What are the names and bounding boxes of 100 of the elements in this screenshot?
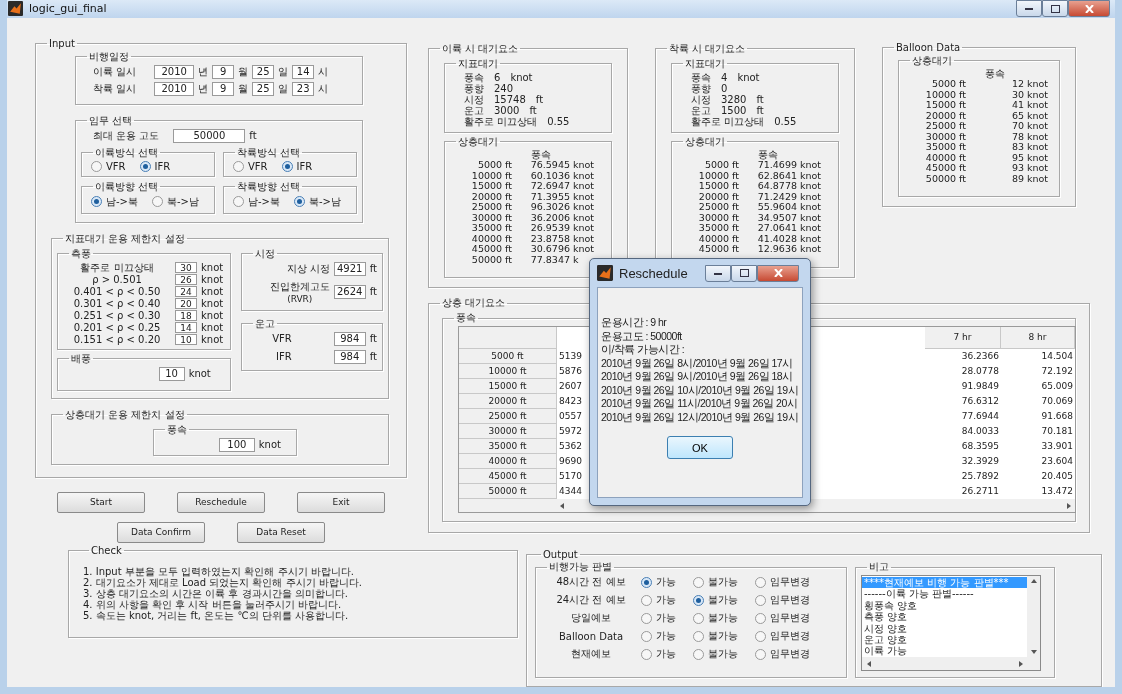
minimize-button[interactable]: [1016, 0, 1042, 18]
scroll-right-icon[interactable]: [1066, 502, 1072, 509]
radio-circle[interactable]: [755, 630, 766, 642]
scroll-right-icon[interactable]: [1018, 660, 1024, 667]
radio-circle[interactable]: [294, 196, 305, 207]
radio-circle[interactable]: [233, 160, 244, 172]
text-field[interactable]: 23: [292, 81, 315, 96]
radio-circle[interactable]: [693, 630, 704, 642]
radio-circle[interactable]: [281, 160, 293, 172]
radio-button[interactable]: VFR: [233, 160, 268, 172]
radio-button[interactable]: 북->남: [152, 194, 199, 209]
radio-circle[interactable]: [641, 648, 652, 660]
radio-button[interactable]: 가능: [641, 575, 693, 589]
minimize-button[interactable]: [705, 264, 731, 282]
action-button[interactable]: Exit: [297, 491, 385, 513]
radio-button[interactable]: 가능: [641, 611, 693, 625]
radio-circle[interactable]: [755, 612, 766, 624]
radio-circle[interactable]: [693, 612, 704, 624]
text-field[interactable]: 9: [212, 81, 235, 96]
text-field[interactable]: 100: [218, 437, 255, 452]
radio-button[interactable]: 불가능: [693, 629, 755, 643]
radio-button[interactable]: 임무변경: [755, 647, 825, 661]
radio-button[interactable]: 남->북: [233, 194, 280, 209]
radio-circle[interactable]: [693, 594, 704, 606]
text-field[interactable]: 20: [175, 298, 197, 309]
radio-circle[interactable]: [152, 196, 163, 207]
radio-circle[interactable]: [693, 576, 704, 588]
text-field[interactable]: 2624: [333, 284, 366, 299]
radio-button[interactable]: 가능: [641, 629, 693, 643]
radio-button[interactable]: 불가능: [693, 611, 755, 625]
value-text: 71.3955: [529, 191, 570, 202]
scroll-left-icon[interactable]: [559, 502, 565, 509]
action-button[interactable]: Data Reset: [237, 521, 325, 543]
radio-circle[interactable]: [755, 576, 766, 588]
text-field[interactable]: 9: [212, 64, 235, 79]
radio-button[interactable]: 불가능: [693, 647, 755, 661]
action-button[interactable]: Data Confirm: [117, 521, 205, 543]
radio-button[interactable]: 임무변경: [755, 575, 825, 589]
text-field[interactable]: 50000: [173, 128, 246, 143]
radio-circle[interactable]: [91, 160, 102, 172]
text-field[interactable]: 14: [175, 322, 197, 333]
unit-label: knot: [799, 233, 823, 244]
text-field[interactable]: 30: [175, 262, 197, 273]
text-field[interactable]: 24: [175, 286, 197, 297]
radio-button[interactable]: IFR: [281, 160, 313, 172]
radio-button[interactable]: 불가능: [693, 593, 755, 607]
radio-button[interactable]: 가능: [641, 593, 693, 607]
text-field[interactable]: 25: [252, 64, 275, 79]
radio-button[interactable]: VFR: [91, 160, 126, 172]
ok-button[interactable]: OK: [667, 436, 733, 459]
radio-circle[interactable]: [693, 648, 704, 660]
list-item[interactable]: 측풍 양호: [862, 611, 1027, 623]
action-button[interactable]: Start: [57, 491, 145, 513]
text-field[interactable]: 4921: [333, 261, 366, 276]
vertical-scrollbar[interactable]: [1027, 576, 1040, 657]
text-field[interactable]: 18: [175, 310, 197, 321]
scroll-down-icon[interactable]: [1030, 649, 1037, 655]
radio-circle[interactable]: [641, 612, 652, 624]
close-button[interactable]: [1068, 0, 1110, 18]
text-field[interactable]: 14: [292, 64, 315, 79]
radio-button[interactable]: 남->북: [91, 194, 138, 209]
text-field[interactable]: 25: [252, 81, 275, 96]
radio-circle[interactable]: [641, 576, 652, 588]
radio-circle[interactable]: [755, 594, 766, 606]
radio-circle[interactable]: [91, 196, 102, 207]
radio-circle[interactable]: [641, 594, 652, 606]
list-item[interactable]: 운고 양호: [862, 634, 1027, 646]
radio-button[interactable]: 북->남: [294, 194, 341, 209]
text-field[interactable]: 2010: [154, 64, 195, 79]
action-button[interactable]: Reschedule: [177, 491, 265, 513]
radio-circle[interactable]: [233, 196, 244, 207]
text-field[interactable]: 2010: [154, 81, 195, 96]
scroll-up-icon[interactable]: [1030, 578, 1037, 584]
radio-button[interactable]: 임무변경: [755, 611, 825, 625]
radio-button[interactable]: 임무변경: [755, 629, 825, 643]
text-field[interactable]: 984: [333, 331, 366, 346]
horizontal-scrollbar[interactable]: [862, 657, 1040, 670]
scroll-left-icon[interactable]: [866, 660, 872, 667]
text-field[interactable]: 984: [333, 349, 366, 364]
list-item[interactable]: 횡풍속 양호: [862, 599, 1027, 612]
list-item[interactable]: 시정 양호: [862, 622, 1027, 635]
list-item[interactable]: 이륙 가능: [862, 645, 1027, 657]
radio-button[interactable]: 불가능: [693, 575, 755, 589]
radio-button[interactable]: 가능: [641, 647, 693, 661]
text-field[interactable]: 26: [175, 274, 197, 285]
maximize-button[interactable]: [1042, 0, 1068, 18]
column-header[interactable]: 7 hr: [925, 327, 1001, 349]
list-item[interactable]: ------이륙 가능 판별------: [862, 588, 1027, 600]
radio-circle[interactable]: [755, 648, 766, 660]
text-field[interactable]: 10: [175, 334, 197, 345]
radio-circle[interactable]: [139, 160, 151, 172]
remarks-list[interactable]: ****현재예보 비행 가능 판별*** ------이륙 가능 판별------ 횡풍속 양호 측풍 양호 시정 양호 운고 양호 이륙 가능: [861, 575, 1041, 671]
radio-button[interactable]: 임무변경: [755, 593, 825, 607]
close-button[interactable]: [757, 264, 799, 282]
maximize-button[interactable]: [731, 264, 757, 282]
radio-button[interactable]: IFR: [139, 160, 171, 172]
radio-circle[interactable]: [641, 630, 652, 642]
column-header[interactable]: 8 hr: [1001, 327, 1075, 349]
row-header: 10000 ft: [459, 364, 557, 379]
text-field[interactable]: 10: [158, 366, 185, 381]
